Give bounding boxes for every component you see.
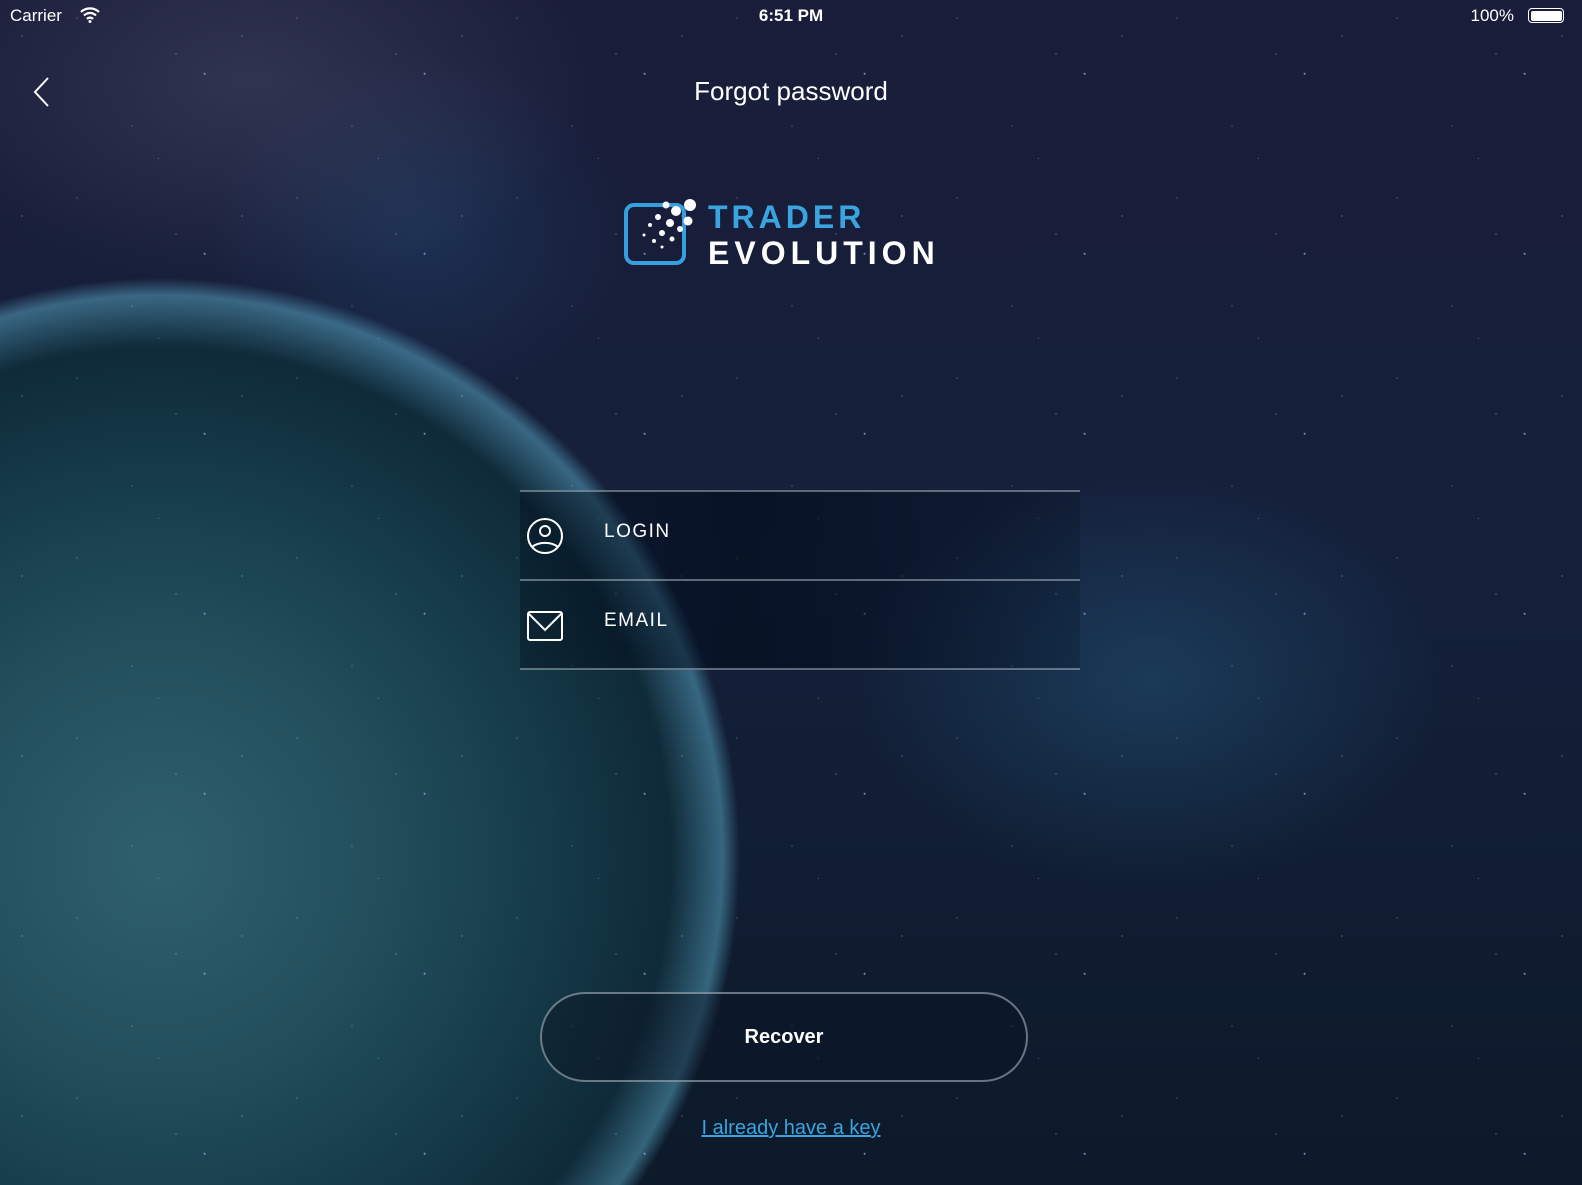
status-bar: Carrier 6:51 PM 100%: [0, 0, 1582, 32]
user-icon: [527, 518, 563, 554]
login-input[interactable]: [602, 520, 1046, 544]
recover-form: [520, 490, 1080, 670]
already-have-key-link[interactable]: I already have a key: [0, 1117, 1582, 1140]
login-field: [520, 490, 1080, 579]
clock: 6:51 PM: [758, 6, 824, 25]
recover-button[interactable]: Recover: [540, 992, 1028, 1082]
logo-text-trader: TRADER: [708, 199, 866, 235]
page-title: Forgot password: [694, 76, 888, 106]
battery-percent: 100%: [1470, 6, 1514, 25]
logo-dots-icon: [642, 199, 696, 249]
email-field: [520, 579, 1080, 670]
battery-icon: [1528, 8, 1564, 23]
logo-text-evolution: EVOLUTION: [708, 235, 940, 271]
email-input[interactable]: [602, 609, 1046, 633]
envelope-icon: [527, 611, 563, 641]
trader-evolution-logo: TRADER EVOLUTION: [622, 197, 952, 273]
